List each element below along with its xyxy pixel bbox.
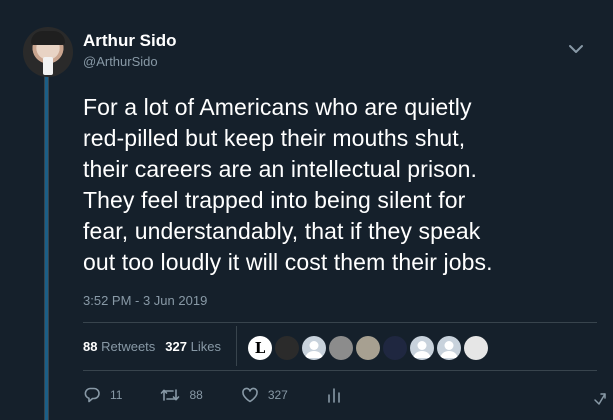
heart-icon bbox=[242, 387, 258, 403]
tweet-timestamp[interactable]: 3:52 PM - 3 Jun 2019 bbox=[83, 293, 207, 308]
liker-avatars: L bbox=[248, 336, 488, 362]
liker-avatar-photo-avatar[interactable] bbox=[383, 336, 407, 360]
reply-icon bbox=[84, 387, 100, 403]
reply-button[interactable]: 11 bbox=[83, 386, 122, 404]
chevron-down-icon[interactable] bbox=[567, 42, 585, 56]
liker-avatar-photo-avatar[interactable] bbox=[329, 336, 353, 360]
retweet-icon bbox=[161, 389, 180, 401]
tweet-text-line: out too loudly it will cost them their j… bbox=[83, 249, 493, 275]
liker-avatar-photo-avatar[interactable] bbox=[356, 336, 380, 360]
author-avatar[interactable] bbox=[23, 27, 73, 77]
retweet-count: 88 bbox=[189, 388, 203, 402]
engagement-stats: 88 Retweets 327 Likes bbox=[83, 339, 221, 354]
likes-stat[interactable]: 327 Likes bbox=[165, 339, 221, 354]
retweets-count: 88 bbox=[83, 339, 98, 354]
liker-avatar-default-avatar-icon[interactable] bbox=[410, 336, 434, 360]
likes-label: Likes bbox=[190, 339, 221, 354]
tweet-text-line: They feel trapped into being silent for bbox=[83, 187, 466, 213]
retweets-stat[interactable]: 88 Retweets bbox=[83, 339, 155, 354]
stats-separator bbox=[236, 326, 237, 366]
likes-count: 327 bbox=[165, 339, 187, 354]
reply-count: 11 bbox=[110, 388, 123, 402]
avatar-glass-shape bbox=[43, 57, 53, 75]
default-avatar-icon bbox=[413, 341, 431, 358]
tweet-text-line: fear, understandably, that if they speak bbox=[83, 218, 481, 244]
liker-avatar-default-avatar-icon[interactable] bbox=[437, 336, 461, 360]
retweet-button[interactable]: 88 bbox=[160, 386, 203, 404]
author-name[interactable]: Arthur Sido bbox=[83, 31, 177, 51]
divider-bottom bbox=[83, 370, 597, 371]
liker-avatar-dark-avatar[interactable] bbox=[275, 336, 299, 360]
tweet-text-line: their careers are an intellectual prison… bbox=[83, 156, 478, 182]
liker-avatar-letter: L bbox=[254, 339, 266, 357]
liker-avatar-emblem-avatar[interactable] bbox=[464, 336, 488, 360]
like-button[interactable]: 327 bbox=[241, 386, 288, 404]
divider-top bbox=[83, 322, 597, 323]
retweets-label: Retweets bbox=[101, 339, 156, 354]
author-handle[interactable]: @ArthurSido bbox=[83, 54, 158, 69]
liker-avatar-default-avatar-icon[interactable] bbox=[302, 336, 326, 360]
avatar-hat-shape bbox=[31, 31, 65, 45]
tweet-actions: 11 88 327 bbox=[83, 384, 380, 406]
tweet-text-line: For a lot of Americans who are quietly bbox=[83, 94, 472, 120]
analytics-icon bbox=[328, 388, 340, 403]
tweet-text-line: red-pilled but keep their mouths shut, bbox=[83, 125, 466, 151]
default-avatar-icon bbox=[305, 341, 323, 358]
thread-line bbox=[44, 76, 49, 420]
tweet-text: For a lot of Americans who are quietly r… bbox=[83, 92, 603, 278]
analytics-button[interactable] bbox=[326, 386, 342, 404]
resize-corner-icon[interactable] bbox=[592, 391, 608, 407]
like-count: 327 bbox=[267, 388, 288, 402]
default-avatar-icon bbox=[440, 341, 458, 358]
liker-avatar-letter-l-logo[interactable]: L bbox=[248, 336, 272, 360]
tweet-card: Arthur Sido @ArthurSido For a lot of Ame… bbox=[0, 0, 613, 420]
